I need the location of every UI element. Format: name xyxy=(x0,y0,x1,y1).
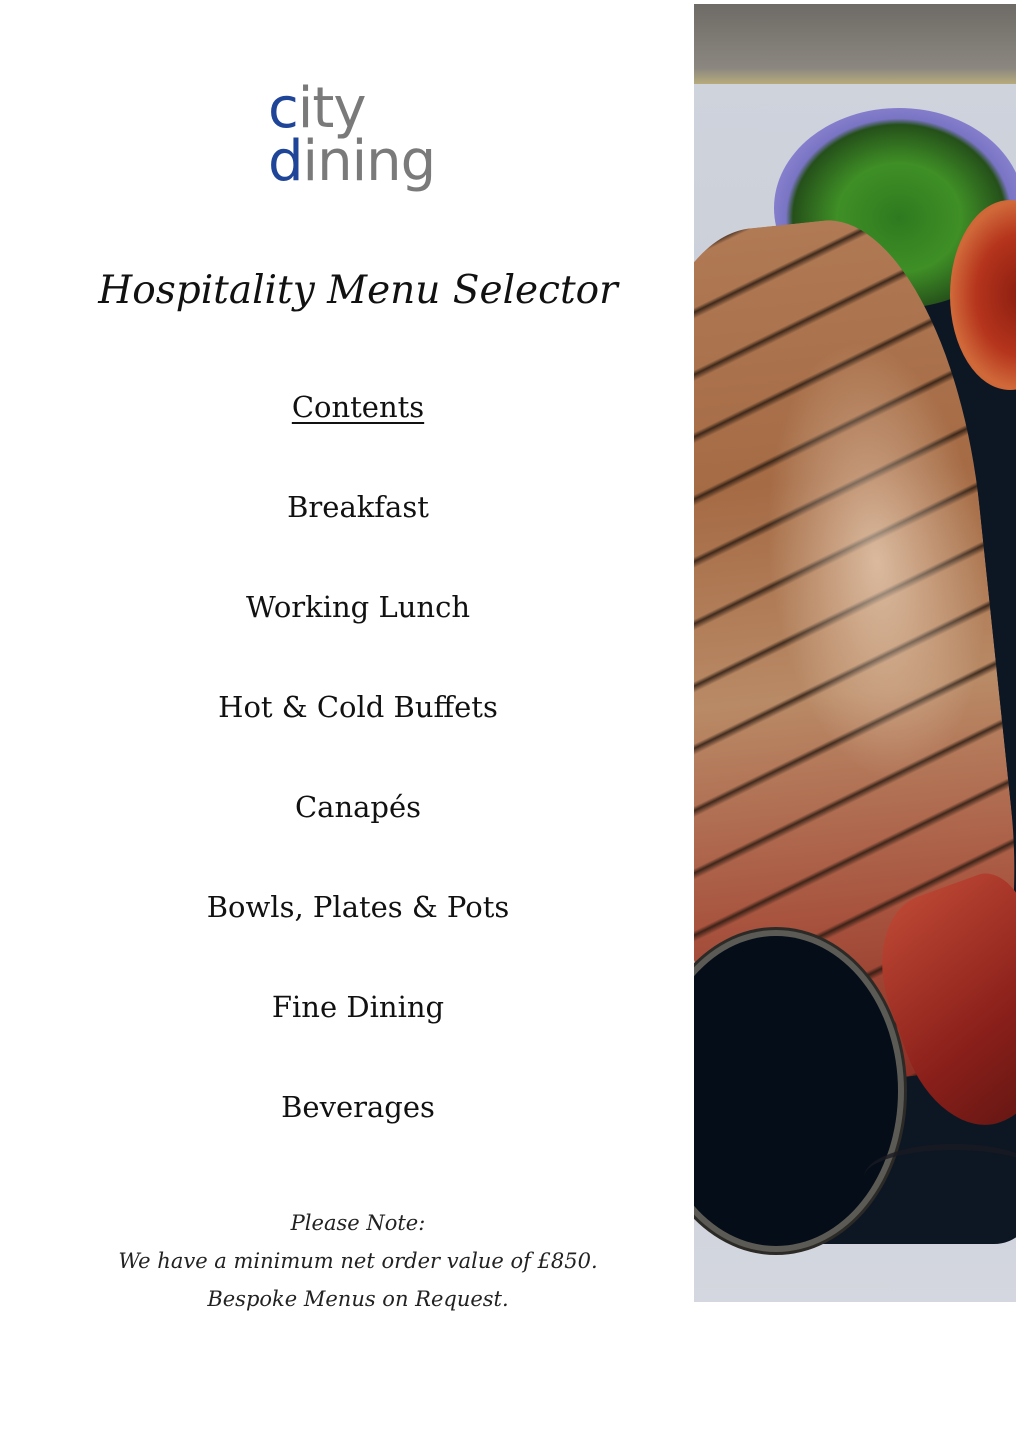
contents-item-fine-dining[interactable]: Fine Dining xyxy=(0,984,716,1084)
note-minimum-order: We have a minimum net order value of £85… xyxy=(118,1249,598,1273)
contents-item-beverages[interactable]: Beverages xyxy=(0,1084,716,1184)
note-label: Please Note: xyxy=(290,1211,426,1235)
page-title: Hospitality Menu Selector xyxy=(98,268,618,313)
logo-line-city: city xyxy=(268,76,366,141)
order-note: Please Note: We have a minimum net order… xyxy=(0,1204,716,1318)
photo-backdrop xyxy=(694,4,1016,84)
contents-list: Contents Breakfast Working Lunch Hot & C… xyxy=(0,384,716,1184)
plate-ornament xyxy=(864,1144,1016,1210)
contents-heading: Contents xyxy=(291,390,425,424)
food-photo xyxy=(694,4,1016,1302)
contents-item-working-lunch[interactable]: Working Lunch xyxy=(0,584,716,684)
contents-item-hot-cold-buffets[interactable]: Hot & Cold Buffets xyxy=(0,684,716,784)
logo-line-dining: dining xyxy=(268,129,436,195)
note-bespoke: Bespoke Menus on Request. xyxy=(207,1287,509,1311)
contents-item-canapes[interactable]: Canapés xyxy=(0,784,716,884)
contents-item-bowls-plates-pots[interactable]: Bowls, Plates & Pots xyxy=(0,884,716,984)
contents-item-breakfast[interactable]: Breakfast xyxy=(0,484,716,584)
city-dining-logo: city dining xyxy=(268,76,436,195)
